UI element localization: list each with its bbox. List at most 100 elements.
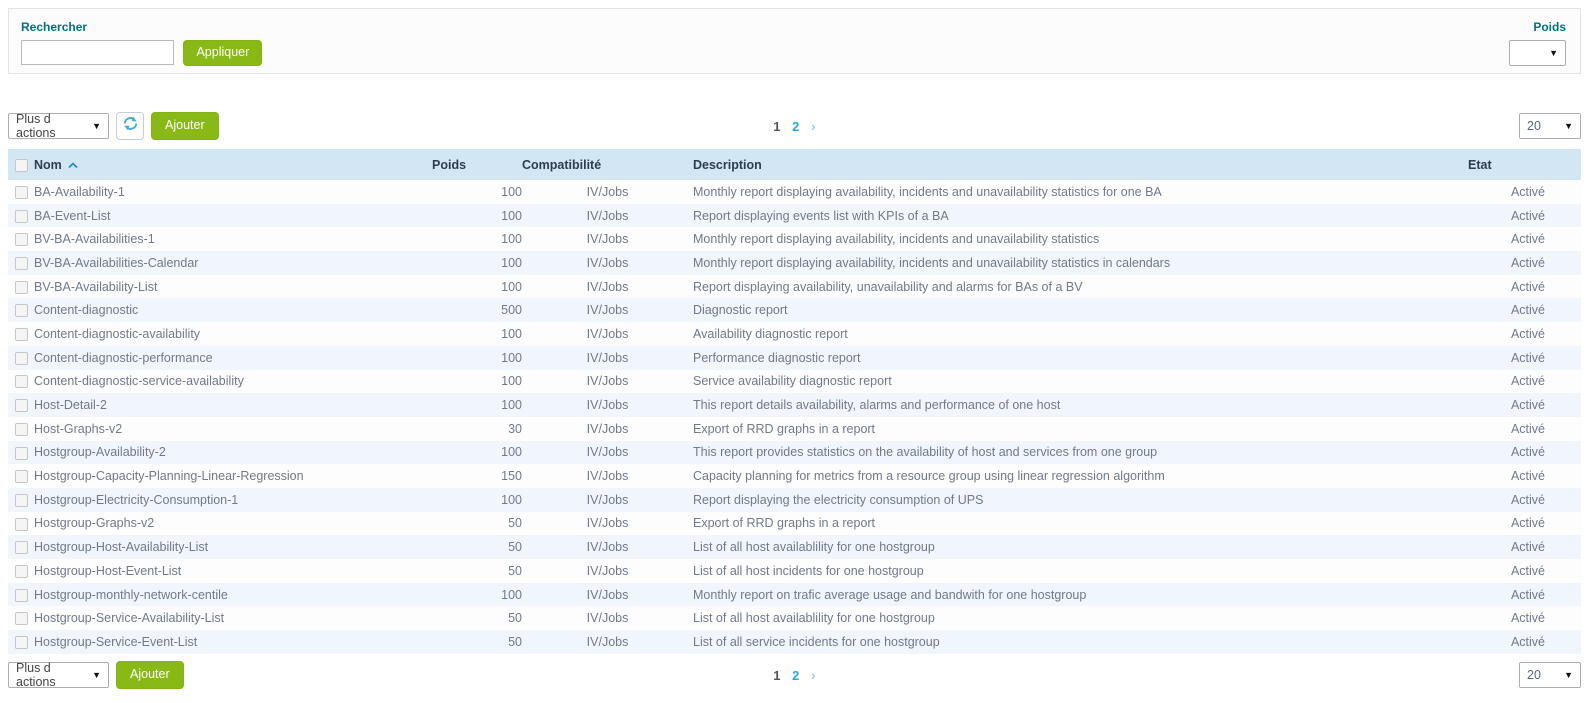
- page-1-current[interactable]: 1: [773, 668, 780, 683]
- row-description: Monthly report on trafic average usage a…: [693, 583, 1468, 607]
- row-name[interactable]: Content-diagnostic-performance: [34, 346, 432, 370]
- row-weight: 100: [432, 441, 522, 465]
- row-weight: 50: [432, 535, 522, 559]
- search-label: Rechercher: [21, 20, 262, 34]
- table-row: Hostgroup-Electricity-Consumption-1100IV…: [8, 488, 1581, 512]
- row-name[interactable]: Hostgroup-Electricity-Consumption-1: [34, 488, 432, 512]
- row-name[interactable]: BA-Event-List: [34, 204, 432, 228]
- row-description: Export of RRD graphs in a report: [693, 512, 1468, 536]
- apply-button[interactable]: Appliquer: [183, 40, 262, 66]
- row-name[interactable]: BV-BA-Availabilities-Calendar: [34, 251, 432, 275]
- row-state: Activé: [1468, 346, 1581, 370]
- page-size-select[interactable]: 20 ▼: [1519, 113, 1581, 139]
- row-name[interactable]: Hostgroup-Host-Availability-List: [34, 535, 432, 559]
- row-name[interactable]: Host-Graphs-v2: [34, 417, 432, 441]
- header-compatibility[interactable]: Compatibilité: [522, 149, 693, 180]
- row-description: Capacity planning for metrics from a res…: [693, 464, 1468, 488]
- row-name[interactable]: Host-Detail-2: [34, 393, 432, 417]
- select-all-checkbox[interactable]: [15, 159, 28, 172]
- row-name[interactable]: Hostgroup-Service-Event-List: [34, 630, 432, 654]
- row-checkbox[interactable]: [15, 304, 28, 317]
- row-name[interactable]: Content-diagnostic-availability: [34, 322, 432, 346]
- row-name[interactable]: Hostgroup-Service-Availability-List: [34, 606, 432, 630]
- row-description: This report details availability, alarms…: [693, 393, 1468, 417]
- row-name[interactable]: BV-BA-Availability-List: [34, 275, 432, 299]
- row-checkbox[interactable]: [15, 470, 28, 483]
- sort-caret-up-icon: [68, 158, 78, 172]
- row-checkbox[interactable]: [15, 518, 28, 531]
- row-checkbox[interactable]: [15, 281, 28, 294]
- row-checkbox[interactable]: [15, 352, 28, 365]
- row-description: Report displaying availability, unavaila…: [693, 275, 1468, 299]
- row-name[interactable]: BV-BA-Availabilities-1: [34, 227, 432, 251]
- table-row: Host-Detail-2100IV/JobsThis report detai…: [8, 393, 1581, 417]
- page-size-value: 20: [1527, 668, 1541, 682]
- row-checkbox[interactable]: [15, 328, 28, 341]
- row-checkbox-cell: [8, 204, 34, 228]
- page-1-current[interactable]: 1: [773, 119, 780, 134]
- row-weight: 100: [432, 488, 522, 512]
- row-name[interactable]: Hostgroup-Availability-2: [34, 441, 432, 465]
- row-compatibility: IV/Jobs: [522, 370, 693, 394]
- header-weight[interactable]: Poids: [432, 149, 522, 180]
- header-description[interactable]: Description: [693, 149, 1468, 180]
- row-name[interactable]: Hostgroup-monthly-network-centile: [34, 583, 432, 607]
- row-weight: 100: [432, 583, 522, 607]
- row-checkbox[interactable]: [15, 423, 28, 436]
- row-name[interactable]: Hostgroup-Host-Event-List: [34, 559, 432, 583]
- bottom-toolbar: Plus d actions ▼ Ajouter 1 2 › 20 ▼: [8, 661, 1581, 689]
- weight-select[interactable]: ▼: [1509, 40, 1566, 66]
- page-2-link[interactable]: 2: [792, 668, 799, 683]
- row-weight: 100: [432, 204, 522, 228]
- row-state: Activé: [1468, 488, 1581, 512]
- row-checkbox[interactable]: [15, 447, 28, 460]
- row-checkbox-cell: [8, 606, 34, 630]
- row-checkbox[interactable]: [15, 541, 28, 554]
- row-state: Activé: [1468, 630, 1581, 654]
- next-page-icon[interactable]: ›: [811, 118, 816, 134]
- row-checkbox[interactable]: [15, 399, 28, 412]
- row-weight: 100: [432, 393, 522, 417]
- table-header-row: Nom Poids Compatibilité Description Etat: [8, 149, 1581, 180]
- row-state: Activé: [1468, 417, 1581, 441]
- row-checkbox[interactable]: [15, 612, 28, 625]
- header-name[interactable]: Nom: [34, 149, 432, 180]
- search-group: Rechercher Appliquer: [21, 20, 262, 66]
- row-checkbox[interactable]: [15, 565, 28, 578]
- row-description: Export of RRD graphs in a report: [693, 417, 1468, 441]
- row-state: Activé: [1468, 559, 1581, 583]
- row-checkbox[interactable]: [15, 589, 28, 602]
- row-checkbox[interactable]: [15, 494, 28, 507]
- row-compatibility: IV/Jobs: [522, 393, 693, 417]
- row-compatibility: IV/Jobs: [522, 559, 693, 583]
- row-compatibility: IV/Jobs: [522, 606, 693, 630]
- row-checkbox[interactable]: [15, 186, 28, 199]
- next-page-icon[interactable]: ›: [811, 667, 816, 683]
- row-checkbox-cell: [8, 441, 34, 465]
- row-checkbox[interactable]: [15, 210, 28, 223]
- row-state: Activé: [1468, 251, 1581, 275]
- page-2-link[interactable]: 2: [792, 119, 799, 134]
- row-compatibility: IV/Jobs: [522, 630, 693, 654]
- row-checkbox-cell: [8, 512, 34, 536]
- page-size-select[interactable]: 20 ▼: [1519, 662, 1581, 688]
- row-name[interactable]: BA-Availability-1: [34, 180, 432, 204]
- row-weight: 100: [432, 251, 522, 275]
- row-checkbox[interactable]: [15, 636, 28, 649]
- row-compatibility: IV/Jobs: [522, 275, 693, 299]
- search-input[interactable]: [21, 40, 174, 65]
- row-name[interactable]: Hostgroup-Graphs-v2: [34, 512, 432, 536]
- row-name[interactable]: Hostgroup-Capacity-Planning-Linear-Regre…: [34, 464, 432, 488]
- header-state[interactable]: Etat: [1468, 149, 1581, 180]
- row-weight: 100: [432, 322, 522, 346]
- row-weight: 100: [432, 227, 522, 251]
- row-name[interactable]: Content-diagnostic-service-availability: [34, 370, 432, 394]
- row-checkbox[interactable]: [15, 375, 28, 388]
- table-row: Content-diagnostic-service-availability1…: [8, 370, 1581, 394]
- row-checkbox-cell: [8, 370, 34, 394]
- row-state: Activé: [1468, 180, 1581, 204]
- row-checkbox[interactable]: [15, 257, 28, 270]
- row-name[interactable]: Content-diagnostic: [34, 298, 432, 322]
- row-compatibility: IV/Jobs: [522, 464, 693, 488]
- row-checkbox[interactable]: [15, 233, 28, 246]
